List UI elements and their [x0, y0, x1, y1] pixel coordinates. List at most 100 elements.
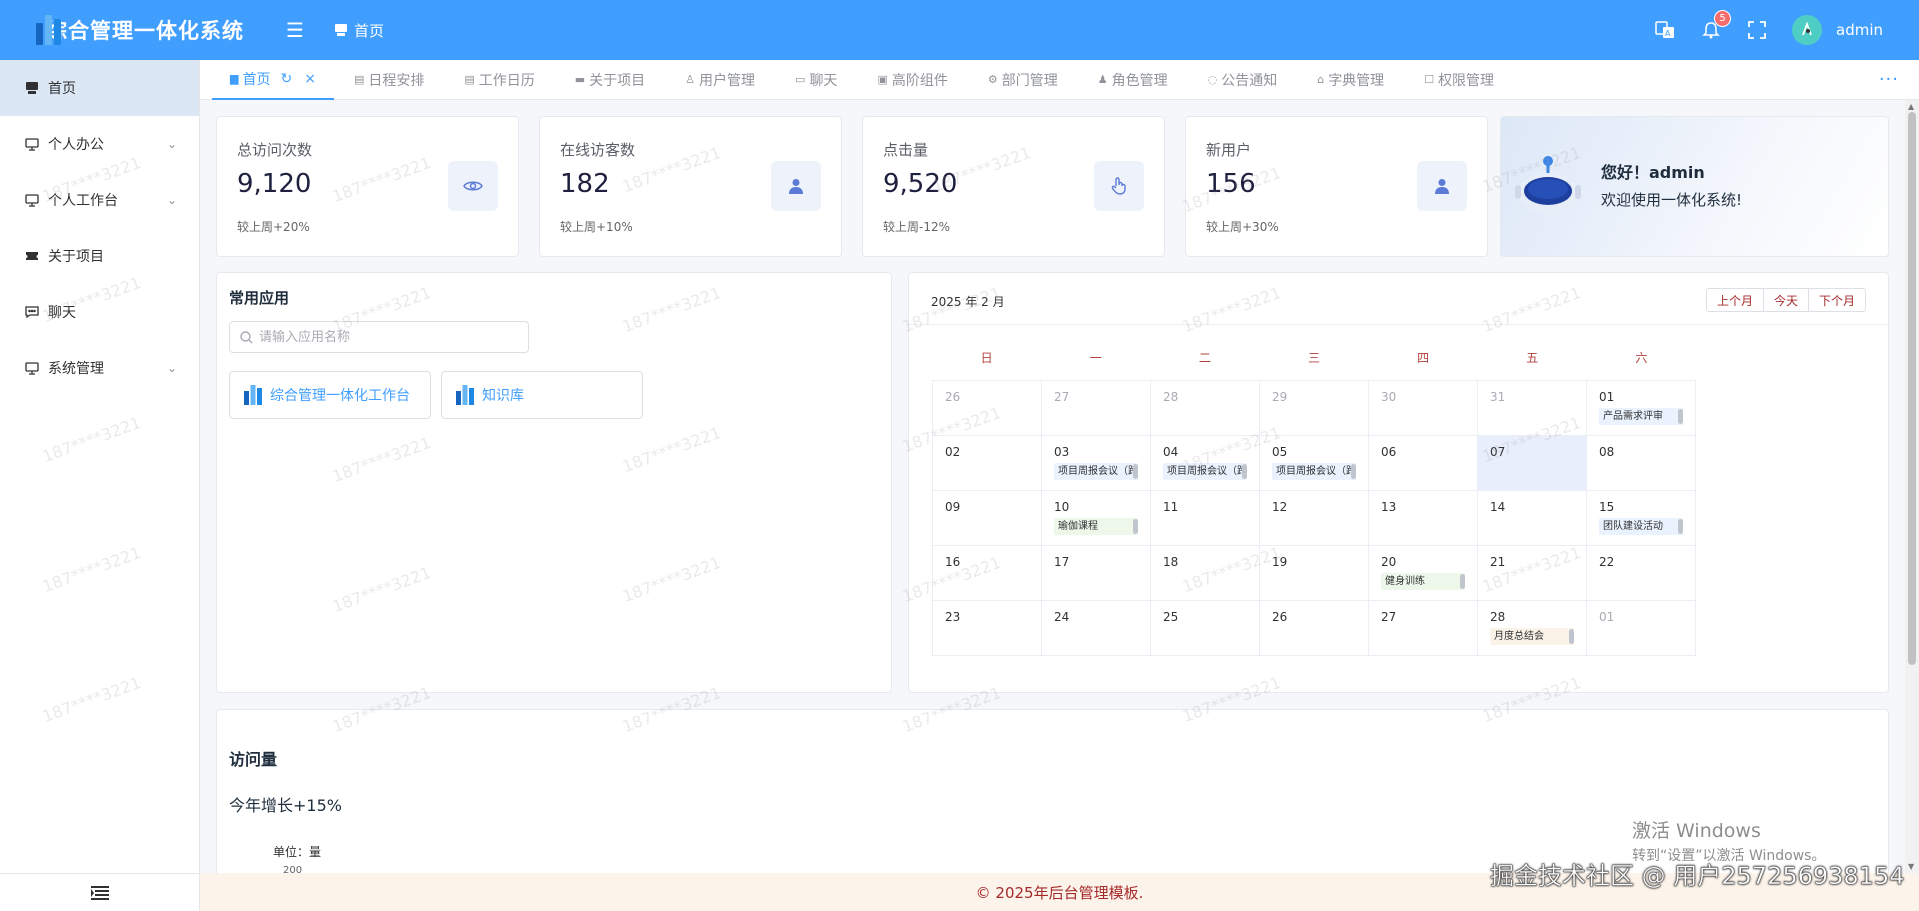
- svg-text:A: A: [1665, 29, 1671, 38]
- calendar-event[interactable]: 项目周报会议（跨日期）: [1054, 463, 1138, 480]
- tab-work-calendar[interactable]: ▤ 工作日历: [444, 60, 554, 100]
- day-number: 29: [1272, 390, 1288, 404]
- app-tile-workbench[interactable]: 综合管理一体化工作台: [229, 371, 431, 419]
- calendar-event[interactable]: 产品需求评审: [1599, 408, 1683, 425]
- calendar-day[interactable]: 25: [1151, 601, 1260, 656]
- calendar-day[interactable]: 02: [933, 436, 1042, 491]
- day-number: 17: [1054, 555, 1070, 569]
- calendar-day[interactable]: 23: [933, 601, 1042, 656]
- sidebar-item-personal-office[interactable]: 个人办公 ⌄: [0, 116, 199, 172]
- tab-department[interactable]: ⚙ 部门管理: [968, 60, 1078, 100]
- calendar-day[interactable]: 22: [1587, 546, 1696, 601]
- app-search: [229, 321, 529, 353]
- calendar-day[interactable]: 10 瑜伽课程: [1042, 491, 1151, 546]
- calendar-day[interactable]: 24: [1042, 601, 1151, 656]
- collapse-sidebar-button[interactable]: [0, 873, 200, 911]
- avatar[interactable]: [1792, 15, 1822, 45]
- app-logo[interactable]: 综合管理一体化系统: [0, 15, 243, 45]
- tab-advanced[interactable]: ▣ 高阶组件: [857, 60, 967, 100]
- tab-permissions[interactable]: ☐ 权限管理: [1404, 60, 1514, 100]
- tab-dictionary[interactable]: ⌂ 字典管理: [1297, 60, 1404, 100]
- divider: [909, 324, 1888, 325]
- calendar-title: 2025 年 2 月: [931, 295, 1005, 309]
- calendar-event[interactable]: 月度总结会: [1490, 628, 1574, 645]
- calendar-day[interactable]: 13: [1369, 491, 1478, 546]
- sidebar-item-personal-workbench[interactable]: 个人工作台 ⌄: [0, 172, 199, 228]
- section-title: 常用应用: [229, 289, 290, 307]
- tab-chat[interactable]: ▭ 聊天: [775, 60, 857, 100]
- calendar-day[interactable]: 14: [1478, 491, 1587, 546]
- today-button[interactable]: 今天: [1762, 288, 1809, 312]
- calendar-day[interactable]: 30: [1369, 381, 1478, 436]
- calendar-event[interactable]: 项目周报会议（跨日期）: [1272, 463, 1356, 480]
- calendar-day-today[interactable]: 07: [1478, 436, 1587, 491]
- calendar-day[interactable]: 28 月度总结会: [1478, 601, 1587, 656]
- scrollbar-thumb[interactable]: [1908, 112, 1916, 665]
- menu-toggle-icon[interactable]: ☰: [286, 18, 304, 42]
- tab-roles[interactable]: ♟ 角色管理: [1078, 60, 1188, 100]
- calendar-day[interactable]: 18: [1151, 546, 1260, 601]
- refresh-icon[interactable]: ↻: [280, 71, 292, 87]
- stat-value: 9,520: [883, 169, 958, 199]
- calendar-day[interactable]: 26: [933, 381, 1042, 436]
- calendar-day[interactable]: 29: [1260, 381, 1369, 436]
- calendar-event[interactable]: 项目周报会议（跨日期）: [1163, 463, 1247, 480]
- calendar-day[interactable]: 04 项目周报会议（跨日期）: [1151, 436, 1260, 491]
- sidebar-item-chat[interactable]: 聊天: [0, 284, 199, 340]
- calendar-day[interactable]: 27: [1369, 601, 1478, 656]
- calendar-day[interactable]: 09: [933, 491, 1042, 546]
- prev-month-button[interactable]: 上个月: [1705, 288, 1764, 312]
- stat-label: 在线访客数: [560, 141, 636, 159]
- calendar-day[interactable]: 20 健身训练: [1369, 546, 1478, 601]
- calendar-day[interactable]: 16: [933, 546, 1042, 601]
- more-tabs-icon[interactable]: ···: [1879, 69, 1899, 90]
- sidebar-item-home[interactable]: 首页: [0, 60, 199, 116]
- calendar-day[interactable]: 03 项目周报会议（跨日期）: [1042, 436, 1151, 491]
- calendar-day[interactable]: 15 团队建设活动: [1587, 491, 1696, 546]
- calendar-day[interactable]: 08: [1587, 436, 1696, 491]
- day-number: 13: [1381, 500, 1397, 514]
- calendar-day[interactable]: 28: [1151, 381, 1260, 436]
- calendar-event[interactable]: 团队建设活动: [1599, 518, 1683, 535]
- stat-value: 182: [560, 169, 610, 199]
- next-month-button[interactable]: 下个月: [1807, 288, 1866, 312]
- sidebar-item-label: 聊天: [48, 305, 76, 321]
- calendar-day[interactable]: 26: [1260, 601, 1369, 656]
- tab-bar: ▆ 首页 ↻ × ▤ 日程安排 ▤ 工作日历 ▬ 关于项目 ♙ 用户管理 ▭ 聊天 ▣ 高阶…: [200, 60, 1919, 100]
- calendar-event[interactable]: 瑜伽课程: [1054, 518, 1138, 535]
- scroll-up-icon[interactable]: ▲: [1908, 102, 1914, 111]
- calendar-day[interactable]: 21: [1478, 546, 1587, 601]
- calendar-day[interactable]: 19: [1260, 546, 1369, 601]
- day-number: 26: [945, 390, 961, 404]
- calendar-day[interactable]: 11: [1151, 491, 1260, 546]
- robot-icon: [1515, 156, 1581, 213]
- bell-icon[interactable]: 5: [1700, 10, 1731, 41]
- calendar-event[interactable]: 健身训练: [1381, 573, 1465, 590]
- fullscreen-icon[interactable]: [1746, 19, 1768, 41]
- tab-about[interactable]: ▬ 关于项目: [555, 60, 665, 100]
- calendar-day[interactable]: 12: [1260, 491, 1369, 546]
- tab-users[interactable]: ♙ 用户管理: [665, 60, 775, 100]
- app-tile-knowledge-base[interactable]: 知识库: [441, 371, 643, 419]
- page-scrollbar[interactable]: ▲ ▼: [1905, 100, 1919, 873]
- calendar-day[interactable]: 01 产品需求评审: [1587, 381, 1696, 436]
- tab-schedule[interactable]: ▤ 日程安排: [334, 60, 444, 100]
- calendar-day[interactable]: 27: [1042, 381, 1151, 436]
- search-input[interactable]: [259, 329, 509, 345]
- scroll-down-icon[interactable]: ▼: [1908, 862, 1914, 871]
- calendar-day[interactable]: 05 项目周报会议（跨日期）: [1260, 436, 1369, 491]
- calendar-day[interactable]: 06: [1369, 436, 1478, 491]
- tab-notice[interactable]: ◌ 公告通知: [1188, 60, 1298, 100]
- sidebar-item-about[interactable]: 关于项目: [0, 228, 199, 284]
- stat-change: 较上周+20%: [237, 220, 310, 234]
- sidebar-item-system[interactable]: 系统管理 ⌄: [0, 340, 199, 396]
- close-icon[interactable]: ×: [304, 71, 316, 87]
- translate-icon[interactable]: A: [1654, 19, 1676, 41]
- sidebar-item-label: 个人工作台: [48, 193, 118, 209]
- calendar-day[interactable]: 17: [1042, 546, 1151, 601]
- calendar-day[interactable]: 31: [1478, 381, 1587, 436]
- breadcrumb[interactable]: 首页: [334, 20, 384, 41]
- calendar-day[interactable]: 01: [1587, 601, 1696, 656]
- username[interactable]: admin: [1836, 21, 1883, 39]
- tab-home[interactable]: ▆ 首页 ↻ ×: [212, 60, 334, 100]
